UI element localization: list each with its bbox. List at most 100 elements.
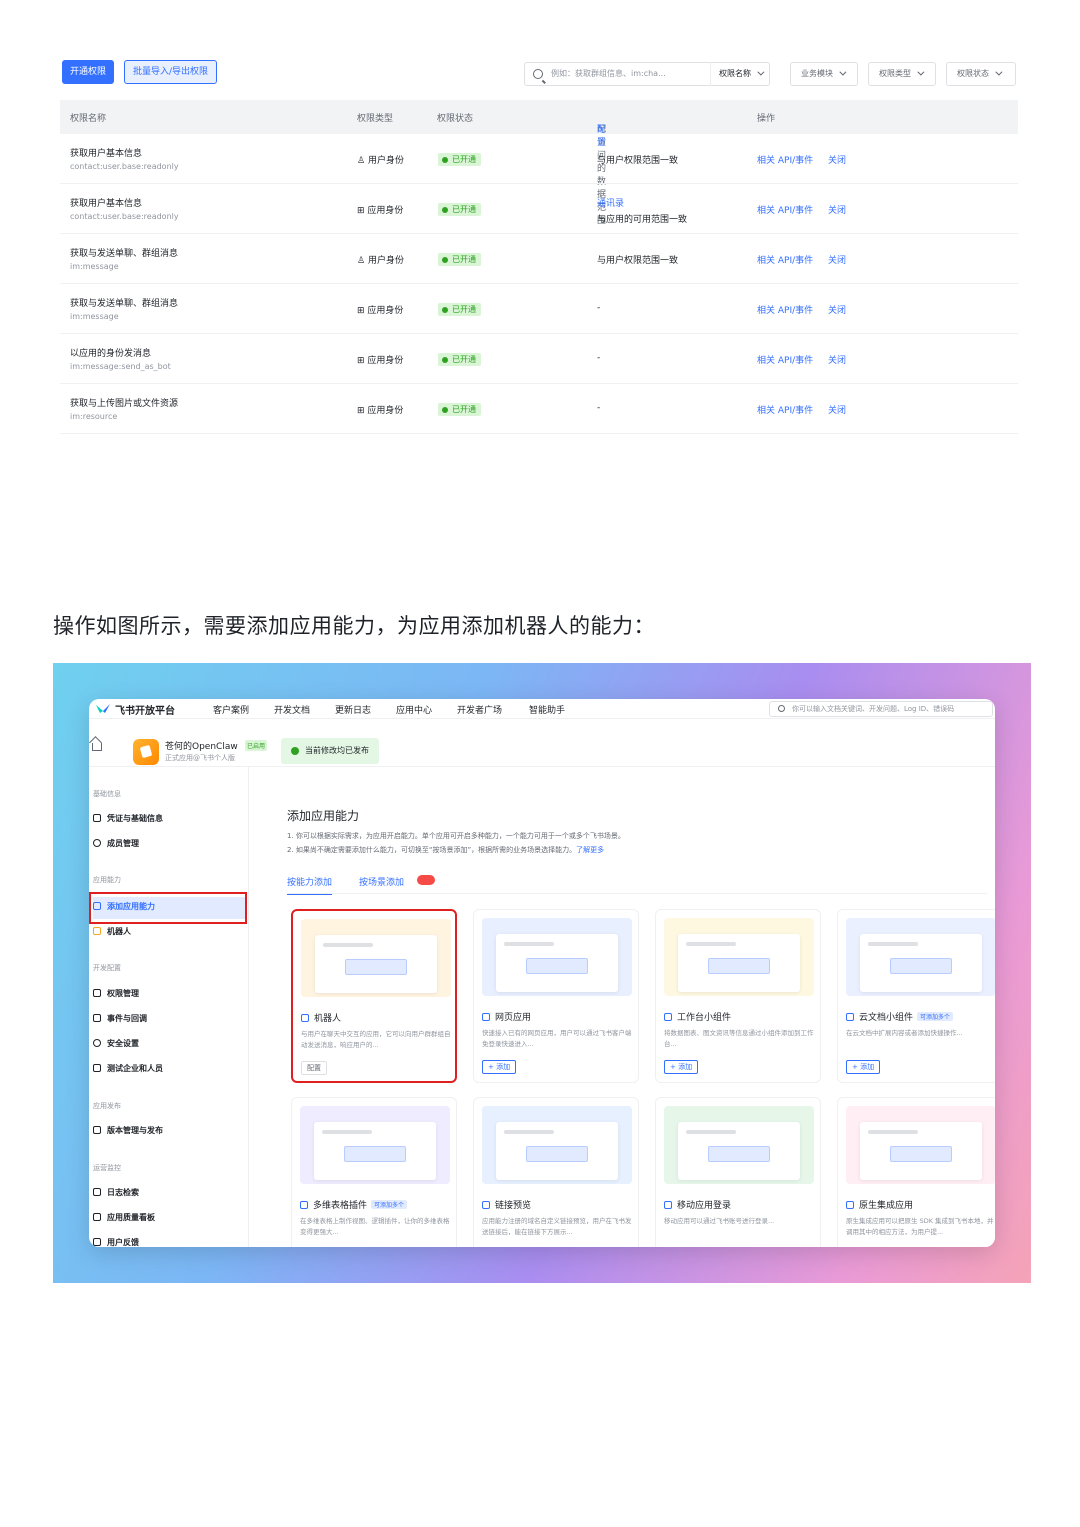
sidebar-item-events[interactable]: 事件与回调 — [93, 1013, 147, 1024]
note-line-1: 1. 你可以根据实际需求，为应用开启能力。单个应用可开启多种能力，一个能力可用于… — [287, 832, 625, 840]
app-grid-icon: ⊞ — [357, 356, 368, 366]
lock-icon — [93, 989, 101, 997]
filter-type[interactable]: 权限类型 — [868, 62, 936, 86]
configure-button[interactable]: 配置 — [301, 1061, 327, 1075]
search-icon — [778, 705, 785, 712]
related-api-link[interactable]: 相关 API/事件 — [757, 153, 813, 166]
feedback-icon — [93, 1238, 101, 1246]
card-preview-image — [301, 919, 451, 997]
page-title: 添加应用能力 — [287, 809, 360, 823]
brand-name: 飞书开放平台 — [115, 706, 175, 717]
capability-icon — [300, 1201, 308, 1209]
related-api-link[interactable]: 相关 API/事件 — [757, 203, 813, 216]
related-api-link[interactable]: 相关 API/事件 — [757, 253, 813, 266]
sidebar-item-security[interactable]: 安全设置 — [93, 1038, 139, 1049]
tab-by-scenario[interactable]: 按场景添加 — [359, 875, 404, 888]
global-search-input[interactable]: 你可以输入文档关键词、开发问题、Log ID、错误码 — [769, 701, 993, 717]
sidebar-item-logs[interactable]: 日志检索 — [93, 1187, 139, 1198]
sidebar-item-credentials[interactable]: 凭证与基础信息 — [93, 813, 163, 824]
card-preview-image — [482, 918, 632, 996]
card-desc: 将数据图表、图文资讯等信息通过小组件添加到工作台... — [664, 1029, 814, 1048]
capability-card[interactable]: 原生集成应用 原生集成应用可以把原生 SDK 集成到飞书本地，并调用其中的相应方法… — [837, 1097, 995, 1247]
permission-scope: contact:user.base:readonly — [70, 162, 179, 171]
sidebar-item-bot[interactable]: 机器人 — [93, 926, 131, 937]
close-permission-link[interactable]: 关闭 — [828, 303, 846, 316]
col-name: 权限名称 — [70, 114, 107, 124]
permission-scope: im:resource — [70, 412, 118, 421]
card-desc: 原生集成应用可以把原生 SDK 集成到飞书本地，并调用其中的相应方法，为用户提.… — [846, 1217, 994, 1236]
tab-by-capability[interactable]: 按能力添加 — [287, 875, 333, 895]
nav-cases[interactable]: 客户案例 — [213, 703, 249, 716]
add-button[interactable]: + 添加 — [664, 1060, 699, 1074]
sidebar-item-label: 权限管理 — [107, 989, 139, 998]
learn-more-link[interactable]: 了解更多 — [576, 846, 604, 854]
permission-range: 与用户权限范围一致 — [597, 256, 679, 266]
capability-card[interactable]: 链接预览 应用能力注册的域名自定义链接预览，用户在飞书发送链接后，能在链接下方展示… — [473, 1097, 639, 1247]
search-field-select[interactable]: 权限名称 — [710, 62, 782, 86]
console-window: 飞书开放平台 客户案例 开发文档 更新日志 应用中心 开发者广场 智能助手 你可… — [89, 699, 995, 1247]
capability-card[interactable]: 网页应用 快速接入已有的网页应用，用户可以通过飞书客户端免登录快速进入... + 添… — [473, 909, 639, 1083]
sidebar-group-capability: 应用能力 — [93, 876, 121, 884]
status-badge: 已开通 — [438, 303, 481, 316]
console-screenshot: 飞书开放平台 客户案例 开发文档 更新日志 应用中心 开发者广场 智能助手 你可… — [53, 663, 1031, 1283]
related-api-link[interactable]: 相关 API/事件 — [757, 353, 813, 366]
card-preview-image — [300, 1106, 450, 1184]
batch-import-export-button[interactable]: 批量导入/导出权限 — [124, 60, 218, 84]
permission-range: - — [597, 403, 601, 413]
sidebar-item-test-enterprise[interactable]: 测试企业和人员 — [93, 1063, 163, 1074]
capability-card[interactable]: 云文档小组件 可添加多个 在云文档中扩展内容或者添加快捷操作... + 添加 — [837, 909, 995, 1083]
close-permission-link[interactable]: 关闭 — [828, 203, 846, 216]
card-tag: 可添加多个 — [371, 1200, 408, 1209]
filter-status[interactable]: 权限状态 — [946, 62, 1016, 86]
capability-icon — [664, 1201, 672, 1209]
card-title-text: 云文档小组件 — [859, 1013, 914, 1023]
search-field-label: 权限名称 — [719, 69, 751, 78]
filter-module[interactable]: 业务模块 — [790, 62, 858, 86]
close-permission-link[interactable]: 关闭 — [828, 253, 846, 266]
capability-icon — [846, 1013, 854, 1021]
nav-assistant[interactable]: 智能助手 — [529, 703, 565, 716]
chart-icon — [93, 1213, 101, 1221]
close-permission-link[interactable]: 关闭 — [828, 153, 846, 166]
related-api-link[interactable]: 相关 API/事件 — [757, 403, 813, 416]
enable-permission-button[interactable]: 开通权限 — [62, 60, 115, 84]
capability-card[interactable]: 工作台小组件 将数据图表、图文资讯等信息通过小组件添加到工作台... + 添加 — [655, 909, 821, 1083]
sidebar-item-versions[interactable]: 版本管理与发布 — [93, 1125, 163, 1136]
permission-scope: im:message — [70, 312, 119, 321]
sidebar-item-feedback[interactable]: 用户反馈 — [93, 1237, 139, 1247]
nav-dev-square[interactable]: 开发者广场 — [457, 703, 502, 716]
nav-app-center[interactable]: 应用中心 — [396, 703, 432, 716]
user-icon — [93, 839, 101, 847]
nav-changelog[interactable]: 更新日志 — [335, 703, 371, 716]
sidebar-item-add-capability[interactable]: 添加应用能力 — [93, 901, 155, 912]
close-permission-link[interactable]: 关闭 — [828, 403, 846, 416]
add-button[interactable]: + 添加 — [846, 1060, 881, 1074]
preview-mock — [860, 934, 982, 992]
user-icon: ♙ — [357, 256, 368, 266]
app-name: 苍何的OpenClaw — [165, 742, 238, 752]
capability-card[interactable]: 移动应用登录移动应用可以通过飞书账号进行登录...+ 添加 — [655, 1097, 821, 1247]
card-title: 云文档小组件 可添加多个 — [846, 1010, 954, 1023]
table-row: 获取用户基本信息 contact:user.base:readonly ♙ 用户身份… — [60, 134, 1018, 184]
version-icon — [93, 1126, 101, 1134]
sidebar-item-permissions[interactable]: 权限管理 — [93, 988, 139, 999]
permission-type-label: 应用身份 — [367, 356, 404, 366]
capability-card[interactable]: 多维表格插件 可添加多个 在多维表格上制作视图、逻辑插件，让你的多维表格变得更强大.… — [291, 1097, 457, 1247]
close-permission-link[interactable]: 关闭 — [828, 353, 846, 366]
sidebar-item-add-capability-highlight[interactable]: 添加应用能力 — [89, 892, 247, 924]
test-icon — [93, 1064, 101, 1072]
feishu-logo-icon — [96, 704, 110, 713]
table-row: 获取与发送单聊、群组消息 im:message ♙ 用户身份 已开通 与用户权限范围一致… — [60, 234, 1018, 284]
capability-icon — [301, 1014, 309, 1022]
add-button[interactable]: + 添加 — [482, 1060, 517, 1074]
home-icon[interactable] — [92, 743, 102, 751]
sidebar-item-members[interactable]: 成员管理 — [93, 838, 139, 849]
preview-mock — [314, 1122, 436, 1180]
capability-card[interactable]: 机器人 与用户在聊天中交互的应用，它可以向用户群群组自动发送消息，响应用户的...… — [291, 909, 457, 1083]
sidebar-item-quality[interactable]: 应用质量看板 — [93, 1212, 155, 1223]
nav-docs[interactable]: 开发文档 — [274, 703, 310, 716]
app-grid-icon: ⊞ — [357, 306, 368, 316]
related-api-link[interactable]: 相关 API/事件 — [757, 303, 813, 316]
permission-type: ⊞ 应用身份 — [357, 203, 403, 216]
range-link[interactable]: 通讯录 — [597, 196, 624, 209]
